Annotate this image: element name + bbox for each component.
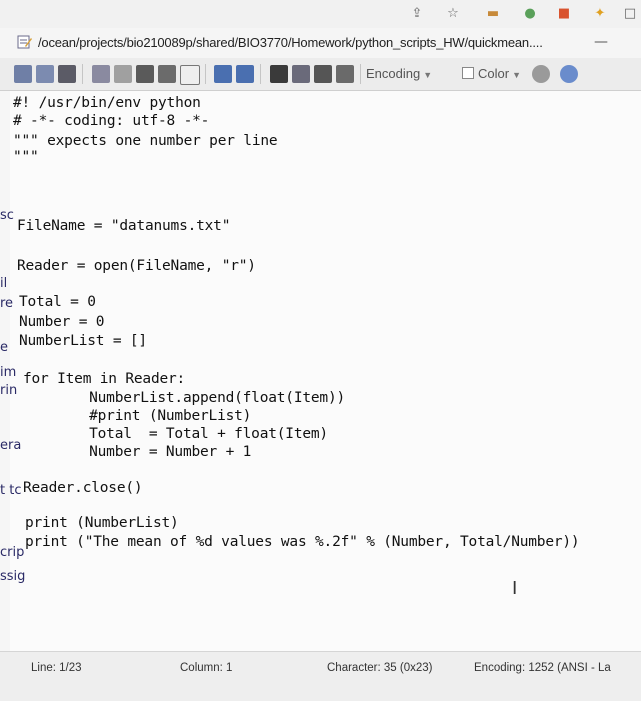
background-fragment: e: [0, 340, 8, 355]
code-line: Reader = open(FileName, "r"): [17, 258, 256, 274]
background-fragment: re: [0, 296, 14, 311]
background-fragment: era: [0, 438, 22, 453]
code-line: print (NumberList): [25, 515, 179, 531]
editor-window: /ocean/projects/bio210089p/shared/BIO377…: [0, 28, 641, 701]
background-fragment: crip: [0, 545, 25, 560]
text-cursor-ibeam-icon: I: [512, 578, 518, 599]
goto-line-icon[interactable]: [336, 65, 354, 83]
code-line: FileName = "datanums.txt": [17, 218, 231, 234]
find-icon[interactable]: [270, 65, 288, 83]
new-file-icon[interactable]: [14, 65, 32, 83]
background-fragment: ssig: [0, 569, 26, 584]
background-fragment: il: [0, 276, 8, 291]
status-column: Column: 1: [180, 662, 233, 674]
paste-icon[interactable]: [136, 65, 154, 83]
extension-red-icon[interactable]: ■: [556, 6, 572, 22]
delete-icon[interactable]: [158, 65, 176, 83]
chevron-down-icon: ▼: [512, 70, 521, 80]
code-line: Number = 0: [19, 314, 105, 330]
status-encoding: Encoding: 1252 (ANSI - La: [474, 662, 611, 674]
replace-icon[interactable]: [292, 65, 310, 83]
toolbar-separator: [360, 64, 361, 84]
code-line: Total = 0: [19, 294, 96, 310]
puzzle-icon[interactable]: ✦: [592, 6, 608, 22]
status-character: Character: 35 (0x23): [327, 662, 433, 674]
code-line: """: [13, 149, 39, 165]
window-icon[interactable]: □: [622, 6, 638, 22]
code-line: # -*- coding: utf-8 -*-: [13, 113, 210, 129]
status-line: Line: 1/23: [31, 662, 82, 674]
toolbar: Encoding ▼ Color ▼: [0, 58, 641, 91]
window-title: /ocean/projects/bio210089p/shared/BIO377…: [38, 35, 543, 50]
color-label: Color: [478, 66, 510, 81]
settings-gear-icon[interactable]: [532, 65, 550, 83]
undo-icon[interactable]: [214, 65, 232, 83]
toolbar-separator: [205, 64, 206, 84]
title-bar: /ocean/projects/bio210089p/shared/BIO377…: [0, 28, 641, 59]
toolbar-separator: [260, 64, 261, 84]
code-line: #! /usr/bin/env python: [13, 95, 201, 111]
save-icon[interactable]: [58, 65, 76, 83]
background-fragment: sc: [0, 208, 14, 223]
cut-icon[interactable]: [114, 65, 132, 83]
redo-icon[interactable]: [236, 65, 254, 83]
color-dropdown[interactable]: Color ▼: [462, 66, 521, 81]
status-bar: Line: 1/23 Column: 1 Character: 35 (0x23…: [0, 651, 641, 701]
code-line: for Item in Reader:: [23, 371, 186, 387]
chevron-down-icon: ▼: [423, 70, 433, 80]
find-next-icon[interactable]: [314, 65, 332, 83]
code-line: NumberList = []: [19, 333, 147, 349]
color-checkbox[interactable]: [462, 67, 474, 79]
code-line: Total = Total + float(Item): [55, 426, 328, 442]
encoding-dropdown[interactable]: Encoding ▼: [366, 66, 432, 81]
code-editor[interactable]: sc il re e im rin era t tc crip ssig #! …: [0, 91, 641, 651]
open-file-icon[interactable]: [36, 65, 54, 83]
background-fragment: t tc: [0, 483, 22, 498]
code-line: #print (NumberList): [55, 408, 252, 424]
share-icon[interactable]: ⇪: [409, 6, 425, 22]
toolbar-separator: [82, 64, 83, 84]
notepad-icon: [17, 35, 32, 49]
bookmark-star-icon[interactable]: ☆: [445, 6, 461, 22]
encoding-label: Encoding: [366, 66, 421, 81]
code-line: NumberList.append(float(Item)): [55, 390, 346, 406]
extension-icon[interactable]: ▬: [485, 6, 501, 22]
minimize-button[interactable]: —: [591, 32, 611, 52]
help-icon[interactable]: [560, 65, 578, 83]
code-line: print ("The mean of %d values was %.2f" …: [25, 534, 580, 550]
extension-green-icon[interactable]: ●: [522, 6, 538, 22]
code-line: Number = Number + 1: [55, 444, 252, 460]
code-line: """ expects one number per line: [13, 133, 278, 149]
select-all-icon[interactable]: [180, 65, 200, 85]
background-fragment: im: [0, 365, 17, 380]
print-icon[interactable]: [92, 65, 110, 83]
browser-toolbar: ⇪ ☆ ▬ ● ■ ✦ □: [0, 0, 641, 29]
code-line: Reader.close(): [23, 480, 143, 496]
background-fragment: rin: [0, 383, 18, 398]
